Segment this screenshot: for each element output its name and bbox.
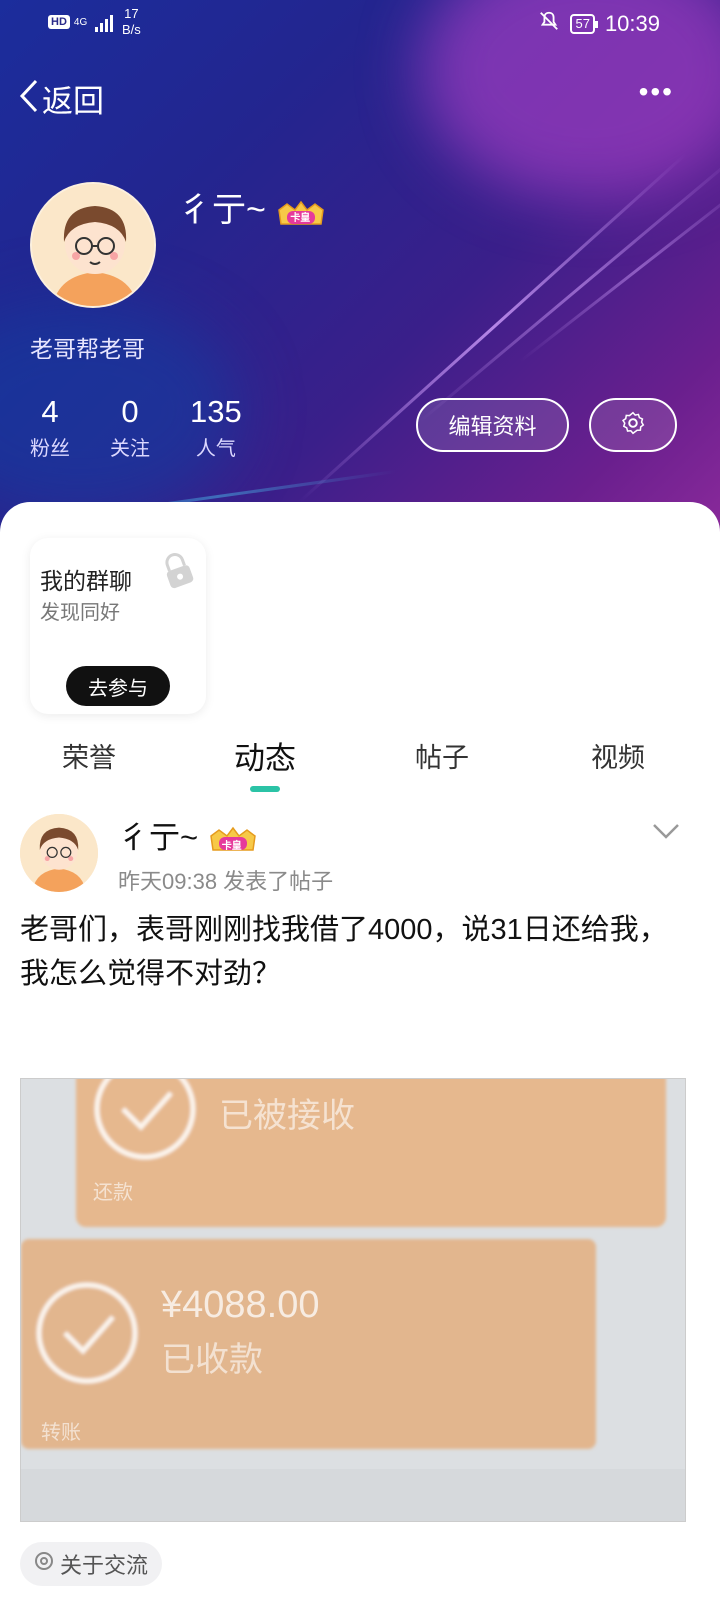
post-meta: 昨天09:38 发表了帖子 bbox=[118, 869, 334, 894]
signal-icon bbox=[95, 12, 114, 32]
post-image[interactable]: 已被接收 还款 ¥4088.00 已收款 转账 bbox=[20, 1078, 686, 1522]
tab-honor[interactable]: 荣誉 bbox=[62, 736, 116, 775]
at-icon bbox=[34, 1551, 54, 1577]
mute-bell-icon bbox=[538, 10, 560, 38]
stat-following[interactable]: 0 关注 bbox=[110, 394, 150, 461]
network-speed: 17 B/s bbox=[122, 6, 141, 37]
receipt-amount: ¥4088.00 bbox=[160, 1284, 320, 1326]
post-author-avatar[interactable] bbox=[20, 814, 98, 892]
profile-stats: 4 粉丝 0 关注 135 人气 bbox=[30, 394, 242, 461]
receipt-status: 已被接收 bbox=[219, 1097, 355, 1135]
receipt-tag: 还款 bbox=[93, 1181, 133, 1204]
tab-activity[interactable]: 动态 bbox=[234, 733, 296, 778]
network-type: 4G bbox=[73, 16, 88, 28]
post-body-text: 老哥们，表哥刚刚找我借了4000，说31日还给我，我怎么觉得不对劲？ bbox=[20, 914, 668, 990]
profile-tabs: 荣誉 动态 帖子 视频 bbox=[0, 736, 720, 792]
group-chat-card[interactable]: 我的群聊 发现同好 去参与 bbox=[30, 538, 206, 714]
topic-label: 关于交流 bbox=[60, 1553, 149, 1578]
light-streak bbox=[519, 175, 720, 363]
avatar[interactable] bbox=[30, 182, 156, 308]
stat-popularity[interactable]: 135 人气 bbox=[190, 394, 242, 461]
settings-button[interactable] bbox=[589, 398, 677, 452]
topic-tag[interactable]: 关于交流 bbox=[20, 1542, 163, 1586]
profile-username: 彳亍~ 卡皇 bbox=[178, 182, 327, 231]
clock: 10:39 bbox=[604, 11, 660, 36]
post-author-name[interactable]: 彳亍~ 卡皇 bbox=[118, 812, 259, 857]
group-card-title: 我的群聊 bbox=[40, 568, 132, 594]
profile-signature: 老哥帮老哥 bbox=[30, 336, 145, 362]
battery-icon: 57 bbox=[570, 14, 599, 34]
status-bar: HD 4G 17 B/s 57 10:39 bbox=[0, 0, 720, 50]
join-group-button[interactable]: 去参与 bbox=[66, 666, 170, 706]
lock-icon bbox=[160, 552, 196, 595]
group-card-subtitle: 发现同好 bbox=[40, 602, 120, 624]
tab-videos[interactable]: 视频 bbox=[591, 736, 645, 775]
edit-profile-button[interactable]: 编辑资料 bbox=[416, 398, 569, 452]
profile-header: HD 4G 17 B/s 57 10:39 返回 ••• 彳亍~ 卡皇 老哥帮老… bbox=[0, 0, 720, 540]
chevron-down-icon[interactable] bbox=[652, 822, 680, 845]
chevron-left-icon bbox=[18, 78, 40, 120]
tab-indicator bbox=[250, 786, 280, 792]
back-button[interactable]: 返回 bbox=[18, 76, 104, 121]
back-label: 返回 bbox=[42, 84, 104, 119]
tab-posts[interactable]: 帖子 bbox=[415, 736, 469, 775]
more-options-icon[interactable]: ••• bbox=[639, 78, 674, 106]
crown-badge-icon: 卡皇 bbox=[207, 826, 259, 854]
gear-icon bbox=[620, 410, 646, 441]
hd-icon: HD bbox=[48, 15, 70, 29]
receipt-status: 已收款 bbox=[161, 1341, 263, 1379]
receipt-tag: 转账 bbox=[41, 1421, 81, 1444]
crown-badge-icon: 卡皇 bbox=[275, 198, 327, 226]
stat-followers[interactable]: 4 粉丝 bbox=[30, 394, 70, 461]
